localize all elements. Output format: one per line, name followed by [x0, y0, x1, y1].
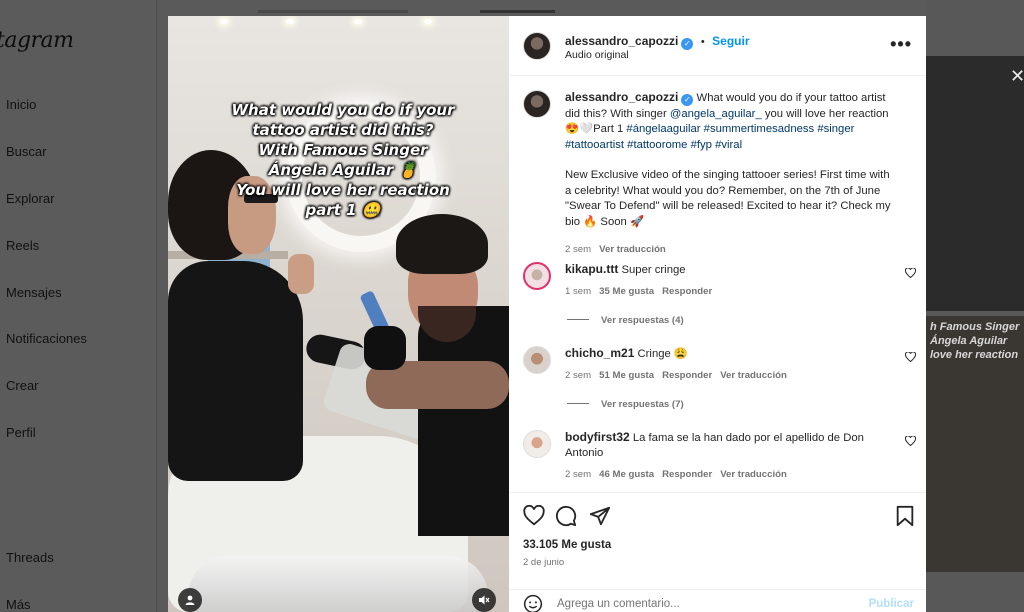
comment-body: chicho_m21 Cringe 😩 2 sem 51 Me gusta Resp…	[565, 346, 885, 383]
ceiling-light	[220, 19, 228, 24]
caption-meta: 2 sem Ver traducción	[565, 242, 895, 258]
ceiling-light	[424, 19, 432, 24]
comment-likes[interactable]: 46 Me gusta	[599, 469, 654, 480]
video-person	[418, 306, 509, 536]
emoji-icon[interactable]	[523, 594, 543, 612]
avatar[interactable]	[523, 90, 551, 118]
sidebar: tagram Inicio Buscar Explorar Reels Mens…	[0, 0, 157, 612]
reply-button[interactable]: Responder	[662, 469, 712, 480]
save-icon[interactable]	[895, 505, 919, 529]
background-post-card: h Famous Singer Ángela Aguilar love her …	[926, 316, 1024, 572]
view-replies-button[interactable]: Ver respuestas (7)	[567, 399, 684, 410]
user-tag-icon[interactable]	[178, 588, 202, 612]
replies-label[interactable]: Ver respuestas (4)	[601, 315, 684, 326]
ceiling-light	[354, 19, 362, 24]
comment-time: 2 sem	[565, 469, 592, 480]
likes-count[interactable]: 33.105 Me gusta	[523, 539, 611, 551]
post-actions: 33.105 Me gusta 2 de junio Publicar	[509, 492, 926, 612]
comment-icon[interactable]	[555, 505, 579, 529]
video-overlay-text: What would you do if your tattoo artist …	[231, 101, 455, 219]
heart-icon[interactable]	[523, 504, 547, 529]
caption-username[interactable]: alessandro_capozzi	[565, 90, 678, 104]
comment-username[interactable]: bodyfirst32	[565, 430, 630, 444]
sidebar-item-perfil[interactable]: Perfil	[6, 425, 36, 440]
publish-button[interactable]: Publicar	[869, 598, 914, 610]
caption-time: 2 sem	[565, 244, 592, 255]
sidebar-item-reels[interactable]: Reels	[6, 238, 39, 253]
comment-time: 1 sem	[565, 286, 592, 297]
post-header: alessandro_capozzi ✓ • Seguir Audio origi…	[509, 16, 926, 76]
comment-text: Cringe 😩	[637, 348, 688, 360]
background-card-text: h Famous Singer Ángela Aguilar love her …	[930, 321, 1020, 361]
background-divider	[258, 10, 408, 13]
comment-meta: 1 sem 35 Me gusta Responder	[565, 284, 885, 299]
comment-like-heart-icon[interactable]	[904, 435, 917, 449]
comment-input[interactable]	[557, 598, 837, 610]
close-icon[interactable]: ✕	[1010, 66, 1024, 87]
translate-link[interactable]: Ver traducción	[599, 244, 666, 255]
replies-label[interactable]: Ver respuestas (7)	[601, 399, 684, 410]
follow-button[interactable]: Seguir	[712, 34, 749, 48]
comment-bar: Publicar	[509, 589, 926, 612]
ceiling-light	[286, 19, 294, 24]
post-modal: What would you do if your tattoo artist …	[168, 16, 926, 612]
avatar[interactable]	[523, 262, 551, 290]
replies-line	[567, 319, 589, 320]
comment-meta: 2 sem 51 Me gusta Responder Ver traducción	[565, 368, 885, 383]
audio-label[interactable]: Audio original	[565, 49, 629, 61]
comment-text: Super cringe	[621, 264, 686, 276]
avatar[interactable]	[523, 32, 551, 60]
avatar[interactable]	[523, 430, 551, 458]
instagram-logo[interactable]: tagram	[0, 28, 74, 53]
video-person	[288, 254, 314, 294]
sidebar-item-threads[interactable]: Threads	[6, 550, 54, 565]
sidebar-item-buscar[interactable]: Buscar	[6, 144, 46, 159]
avatar[interactable]	[523, 346, 551, 374]
reply-button[interactable]: Responder	[662, 370, 712, 381]
reply-button[interactable]: Responder	[662, 286, 712, 297]
sidebar-item-crear[interactable]: Crear	[6, 378, 39, 393]
post-details-panel: alessandro_capozzi ✓ • Seguir Audio origi…	[509, 16, 926, 612]
comment-body: bodyfirst32 La fama se la han dado por e…	[565, 430, 885, 482]
sidebar-item-explorar[interactable]: Explorar	[6, 191, 54, 206]
caption-mention[interactable]: @angela_aguilar_	[670, 108, 762, 120]
video-person	[396, 214, 488, 274]
comment-meta: 2 sem 46 Me gusta Responder Ver traducción	[565, 467, 885, 482]
verified-badge-icon: ✓	[681, 94, 694, 106]
post-caption: alessandro_capozzi ✓ What would you do if…	[565, 90, 895, 258]
comment-likes[interactable]: 51 Me gusta	[599, 370, 654, 381]
comment-username[interactable]: chicho_m21	[565, 346, 634, 360]
sidebar-item-mas[interactable]: Más	[6, 597, 31, 612]
comment-body: kikapu.ttt Super cringe 1 sem 35 Me gusta…	[565, 262, 885, 299]
verified-badge-icon: ✓	[681, 38, 694, 50]
separator-dot: •	[700, 36, 705, 48]
video-plastic-cover	[188, 556, 488, 612]
comment-likes[interactable]: 35 Me gusta	[599, 286, 654, 297]
sidebar-item-inicio[interactable]: Inicio	[6, 97, 36, 112]
translate-link[interactable]: Ver traducción	[720, 370, 787, 381]
caption-paragraph: New Exclusive video of the singing tatto…	[565, 169, 891, 228]
comment-username[interactable]: kikapu.ttt	[565, 262, 618, 276]
video-player[interactable]: What would you do if your tattoo artist …	[168, 16, 509, 612]
translate-link[interactable]: Ver traducción	[720, 469, 787, 480]
sidebar-item-mensajes[interactable]: Mensajes	[6, 285, 62, 300]
more-options-icon[interactable]: •••	[890, 34, 912, 55]
background-tab-indicator	[480, 10, 555, 13]
header-user-line: alessandro_capozzi ✓ • Seguir	[565, 32, 750, 50]
replies-line	[567, 403, 589, 404]
share-icon[interactable]	[589, 505, 613, 529]
video-person	[168, 261, 303, 481]
comment-time: 2 sem	[565, 370, 592, 381]
sidebar-item-notificaciones[interactable]: Notificaciones	[6, 331, 87, 346]
background-post-card	[926, 56, 1024, 311]
comment-like-heart-icon[interactable]	[904, 267, 917, 281]
mute-icon[interactable]	[472, 588, 496, 612]
post-username[interactable]: alessandro_capozzi	[565, 34, 678, 48]
post-date: 2 de junio	[523, 557, 565, 568]
comment-like-heart-icon[interactable]	[904, 351, 917, 365]
video-person	[364, 326, 406, 370]
view-replies-button[interactable]: Ver respuestas (4)	[567, 315, 684, 326]
